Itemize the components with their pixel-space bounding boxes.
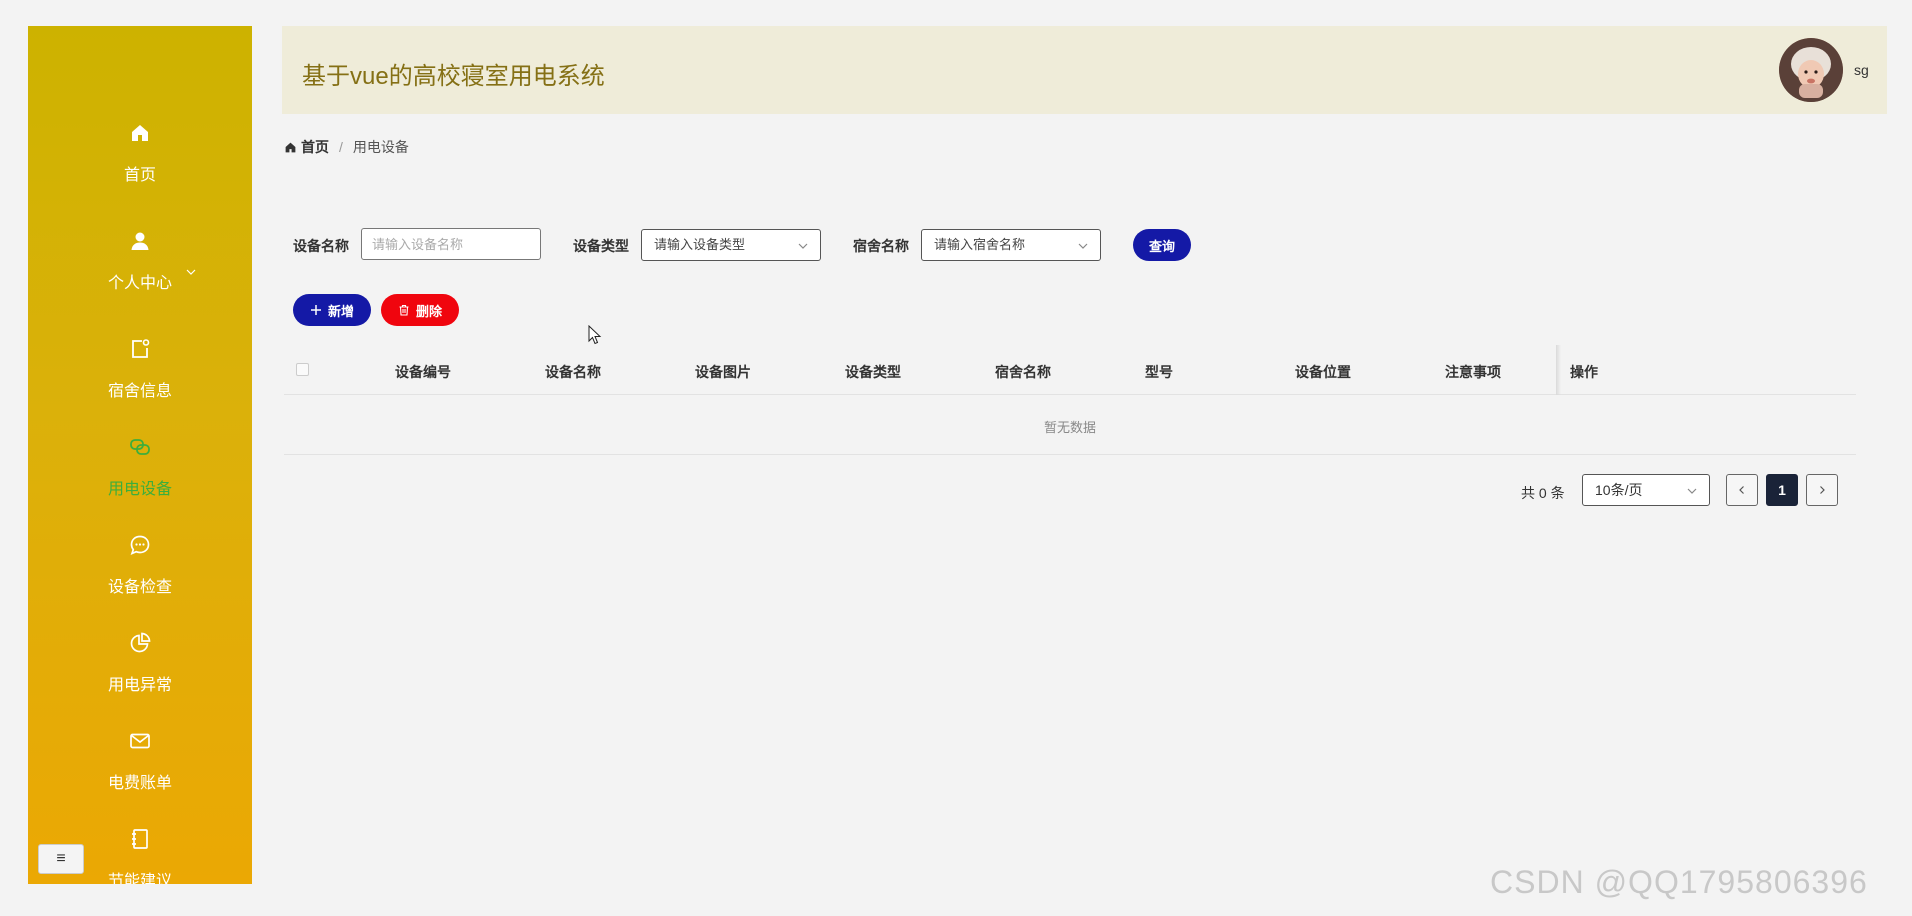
next-page-button[interactable]: [1806, 474, 1838, 506]
column-notes: 注意事项: [1445, 364, 1501, 380]
sidebar-item-label: 首页: [123, 167, 156, 184]
pie-icon: [128, 631, 152, 655]
column-device-type: 设备类型: [845, 364, 901, 380]
sidebar-item-label: 设备检查: [107, 579, 172, 596]
watermark: CSDN @QQ1795806396: [1490, 864, 1868, 900]
breadcrumb-current: 用电设备: [352, 139, 409, 155]
chevron-down-icon: [1687, 488, 1697, 494]
add-button-label: 新增: [327, 303, 354, 319]
page-title: 基于vue的高校寝室用电系统: [302, 63, 605, 90]
page-size-select[interactable]: 10条/页: [1582, 474, 1710, 506]
sidebar-item-label: 宿舍信息: [107, 383, 172, 400]
sidebar: 首页 个人中心 宿舍信息 用电设备 设备检查 用电异常 电费账单 节能建议 ≡: [28, 26, 252, 884]
column-device-location: 设备位置: [1295, 364, 1351, 380]
query-button[interactable]: 查询: [1133, 229, 1191, 261]
home-icon: [285, 142, 296, 152]
chevron-down-icon[interactable]: [186, 267, 196, 277]
sidebar-item-label: 用电异常: [107, 677, 172, 694]
breadcrumb-separator: /: [339, 139, 343, 155]
user-icon: [128, 229, 152, 253]
link-icon: [128, 435, 152, 459]
chevron-down-icon: [798, 243, 808, 249]
doc-icon: [128, 337, 152, 361]
table-empty-row: 暂无数据: [284, 395, 1856, 455]
delete-button[interactable]: 删除: [381, 294, 459, 326]
chevron-left-icon: [1739, 486, 1744, 494]
chevron-down-icon: [1078, 243, 1088, 249]
prev-page-button[interactable]: [1726, 474, 1758, 506]
column-device-id: 设备编号: [395, 364, 451, 380]
sidebar-item-dorm-info[interactable]: 宿舍信息: [28, 337, 252, 427]
mouse-cursor-icon: [588, 325, 602, 345]
chevron-right-icon: [1820, 486, 1825, 494]
sidebar-item-power-anomaly[interactable]: 用电异常: [28, 631, 252, 721]
chat-icon: [128, 533, 152, 557]
sidebar-item-power-devices[interactable]: 用电设备: [28, 435, 252, 525]
fixed-column-divider: [1556, 345, 1561, 395]
column-device-name: 设备名称: [545, 364, 601, 380]
pagination-total: 共 0 条: [1521, 485, 1565, 501]
sidebar-item-device-check[interactable]: 设备检查: [28, 533, 252, 623]
sidebar-item-home[interactable]: 首页: [28, 121, 252, 211]
dorm-name-placeholder: 请输入宿舍名称: [934, 237, 1026, 252]
mail-icon: [128, 729, 152, 753]
empty-text: 暂无数据: [1043, 420, 1096, 435]
notebook-icon: [128, 827, 152, 851]
sidebar-collapse-button[interactable]: ≡: [38, 844, 84, 874]
sidebar-item-personal-center[interactable]: 个人中心: [28, 229, 252, 319]
app-root: 首页 个人中心 宿舍信息 用电设备 设备检查 用电异常 电费账单 节能建议 ≡ …: [0, 0, 1912, 916]
delete-button-label: 删除: [415, 303, 442, 319]
avatar[interactable]: [1779, 38, 1843, 102]
column-model: 型号: [1145, 364, 1173, 380]
device-type-label: 设备类型: [573, 238, 629, 254]
username[interactable]: sg: [1854, 62, 1869, 78]
top-header: 基于vue的高校寝室用电系统 sg: [282, 26, 1887, 114]
device-type-placeholder: 请输入设备类型: [654, 237, 746, 252]
sidebar-item-electricity-bill[interactable]: 电费账单: [28, 729, 252, 819]
device-name-label: 设备名称: [293, 238, 349, 254]
column-actions: 操作: [1570, 364, 1598, 380]
device-type-select[interactable]: 请输入设备类型: [641, 229, 821, 261]
select-all-checkbox[interactable]: [296, 363, 309, 376]
page-number-button[interactable]: 1: [1766, 474, 1798, 506]
column-device-image: 设备图片: [695, 364, 751, 380]
sidebar-item-label: 电费账单: [107, 775, 172, 792]
table-header: 设备编号 设备名称 设备图片 设备类型 宿舍名称 型号 设备位置 注意事项 操作: [284, 345, 1856, 395]
dorm-name-label: 宿舍名称: [853, 238, 909, 254]
home-icon: [128, 121, 152, 145]
device-name-input[interactable]: [361, 228, 541, 260]
breadcrumb-home[interactable]: 首页: [301, 137, 329, 157]
dorm-name-select[interactable]: 请输入宿舍名称: [921, 229, 1101, 261]
page-size-value: 10条/页: [1595, 482, 1643, 498]
sidebar-item-label: 个人中心: [107, 275, 172, 292]
sidebar-item-label: 用电设备: [107, 481, 172, 498]
trash-icon: [399, 304, 409, 316]
device-table: 设备编号 设备名称 设备图片 设备类型 宿舍名称 型号 设备位置 注意事项 操作…: [284, 345, 1856, 455]
add-button[interactable]: 新增: [293, 294, 371, 326]
breadcrumb: 首页 / 用电设备: [284, 137, 409, 157]
column-dorm-name: 宿舍名称: [995, 364, 1051, 380]
plus-icon: [310, 305, 321, 315]
